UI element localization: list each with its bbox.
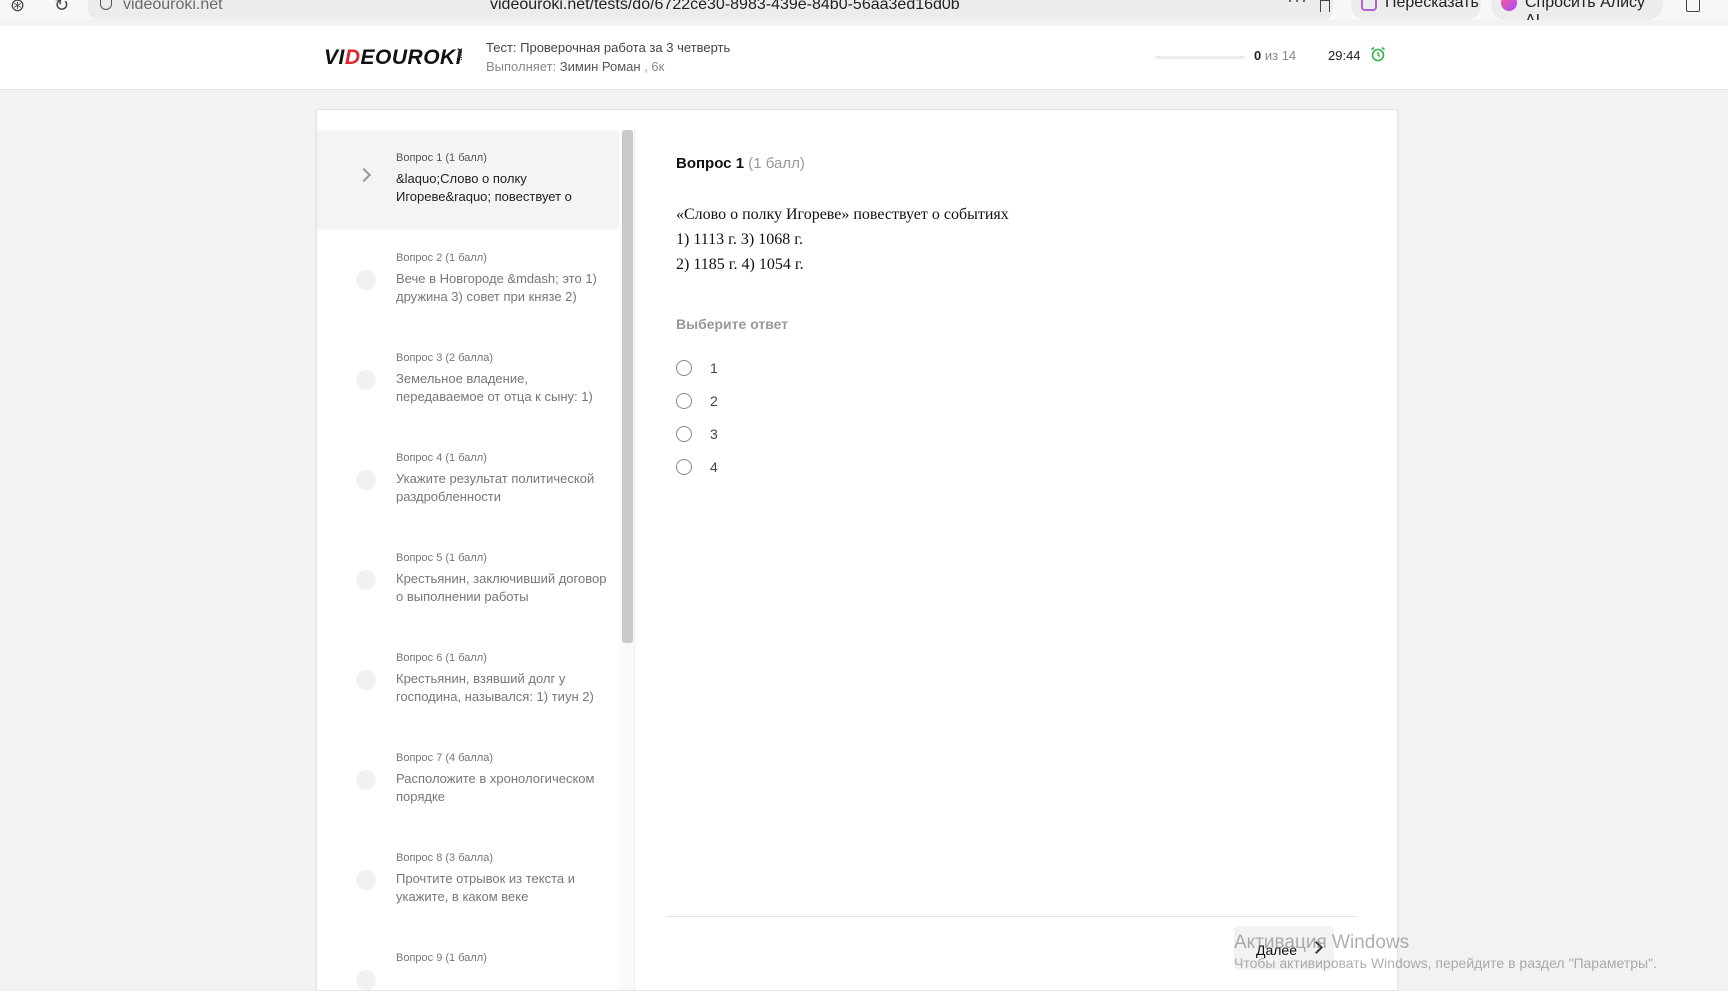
question-item-text: Расположите в хронологическом порядке <box>396 771 595 804</box>
windows-watermark-subtitle: Чтобы активировать Windows, перейдите в … <box>1234 955 1657 971</box>
ask-alice-button[interactable]: Спросить Алису AI <box>1491 0 1663 20</box>
ask-alice-label: Спросить Алису AI <box>1525 0 1646 20</box>
answer-label[interactable]: 4 <box>710 459 718 475</box>
logo-part: EOUROKI <box>360 46 463 69</box>
question-item-head: Вопрос 4 (1 балл) <box>396 452 487 464</box>
more-icon[interactable]: ··· <box>1287 0 1308 11</box>
address-url[interactable]: videouroki.net/tests/do/6722ce30-8983-43… <box>490 0 960 14</box>
answer-option[interactable]: 3 <box>676 424 876 450</box>
radio-button[interactable] <box>676 426 692 442</box>
question-item-head: Вопрос 8 (3 балла) <box>396 852 493 864</box>
status-dot-icon <box>356 770 376 790</box>
videouroki-logo[interactable]: VIDEOUROKI <box>324 46 462 70</box>
question-item-head: Вопрос 7 (4 балла) <box>396 752 493 764</box>
question-item-head: Вопрос 5 (1 балл) <box>396 552 487 564</box>
performer-label: Выполняет: <box>486 59 557 74</box>
test-title: Тест: Проверочная работа за 3 четверть <box>486 40 731 55</box>
status-dot-icon <box>356 270 376 290</box>
test-performer: Выполняет: Зимин Роман , 6к <box>486 59 664 74</box>
sidebar-question-item[interactable]: Вопрос 5 (1 балл) Крестьянин, заключивший… <box>317 530 619 630</box>
question-item-text: Вече в Новгороде &mdash; это 1) дружина … <box>396 271 597 304</box>
performer-class: , 6к <box>644 59 665 74</box>
test-card: Вопрос 1 (1 балл) &laquo;Слово о полку Иг… <box>316 109 1398 991</box>
sidebar-question-item[interactable]: Вопрос 7 (4 балла) Расположите в хронолог… <box>317 730 619 830</box>
question-list: Вопрос 1 (1 балл) &laquo;Слово о полку Иг… <box>317 130 619 990</box>
logo-accent: D <box>344 46 361 69</box>
answer-option[interactable]: 4 <box>676 457 876 483</box>
question-text: «Слово о полку Игореве» повествует о соб… <box>676 202 1009 277</box>
question-item-text: Крестьянин, взявший долг у господина, на… <box>396 671 594 704</box>
question-points: (1 балл) <box>748 155 805 172</box>
sidebar-question-item[interactable]: Вопрос 3 (2 балла) Земельное владение, пе… <box>317 330 619 430</box>
sidebar-question-item[interactable]: Вопрос 1 (1 балл) &laquo;Слово о полку Иг… <box>317 130 619 230</box>
question-item-text: Прочтите отрывок из текста и укажите, в … <box>396 871 576 904</box>
question-item-text: Укажите результат политической раздробле… <box>396 471 595 504</box>
progress-done: 0 <box>1254 48 1262 63</box>
retell-icon <box>1361 0 1377 11</box>
answer-label[interactable]: 2 <box>710 393 718 409</box>
extensions-icon[interactable] <box>1686 0 1700 12</box>
question-title: Вопрос 1 (1 балл) <box>676 155 805 172</box>
question-item-head: Вопрос 6 (1 балл) <box>396 652 487 664</box>
address-domain[interactable]: videouroki.net <box>123 0 223 14</box>
retell-label: Пересказать <box>1385 0 1479 11</box>
status-dot-icon <box>356 970 376 990</box>
sidebar-question-item[interactable]: Вопрос 8 (3 балла) Прочтите отрывок из те… <box>317 830 619 930</box>
question-line: 1) 1113 г. 3) 1068 г. <box>676 231 803 248</box>
logo-suffix: .net <box>457 48 464 61</box>
question-line: «Слово о полку Игореве» повествует о соб… <box>676 206 1009 223</box>
status-dot-icon <box>356 470 376 490</box>
question-item-head: Вопрос 2 (1 балл) <box>396 252 487 264</box>
progress-count: 0 из 14 <box>1254 48 1296 63</box>
scrollbar-thumb[interactable] <box>622 130 633 643</box>
radio-button[interactable] <box>676 459 692 475</box>
sidebar-question-item[interactable]: Вопрос 9 (1 балл) <box>317 930 619 990</box>
retell-button[interactable]: Пересказать <box>1351 0 1481 20</box>
sidebar-question-item[interactable]: Вопрос 4 (1 балл) Укажите результат полит… <box>317 430 619 530</box>
sidebar-scrollbar[interactable] <box>620 130 635 990</box>
chevron-right-icon <box>356 167 372 183</box>
answer-option[interactable]: 1 <box>676 358 876 384</box>
choose-answer-label: Выберите ответ <box>676 316 789 332</box>
sidebar-question-item[interactable]: Вопрос 6 (1 балл) Крестьянин, взявший дол… <box>317 630 619 730</box>
reload-icon[interactable]: ↻ <box>54 0 69 16</box>
performer-name: Зимин Роман <box>559 59 641 74</box>
status-dot-icon <box>356 370 376 390</box>
radio-button[interactable] <box>676 360 692 376</box>
alarm-clock-icon <box>1371 46 1385 62</box>
question-item-text: &laquo;Слово о полку Игореве&raquo; пове… <box>396 171 572 204</box>
alice-icon <box>1501 0 1517 11</box>
progress-bar <box>1155 56 1245 59</box>
question-item-text: Крестьянин, заключивший договор о выполн… <box>396 571 607 604</box>
answer-label[interactable]: 3 <box>710 426 718 442</box>
question-number: Вопрос 1 <box>676 155 745 172</box>
answer-option[interactable]: 2 <box>676 391 876 417</box>
timer: 29:44 <box>1328 48 1361 63</box>
radio-button[interactable] <box>676 393 692 409</box>
footer-divider <box>666 916 1356 917</box>
windows-watermark-title: Активация Windows <box>1234 932 1410 953</box>
sidebar-question-item[interactable]: Вопрос 2 (1 балл) Вече в Новгороде &mdash… <box>317 230 619 330</box>
status-dot-icon <box>356 570 376 590</box>
question-line: 2) 1185 г. 4) 1054 г. <box>676 256 804 273</box>
site-header: VIDEOUROKI .net Тест: Проверочная работа… <box>0 26 1728 90</box>
question-item-text: Земельное владение, передаваемое от отца… <box>396 371 593 404</box>
bookmark-icon[interactable] <box>1320 0 1330 12</box>
answer-label[interactable]: 1 <box>710 360 718 376</box>
status-dot-icon <box>356 870 376 890</box>
logo-part: VI <box>324 46 345 69</box>
progress-total: из 14 <box>1264 48 1297 63</box>
question-item-head: Вопрос 3 (2 балла) <box>396 352 493 364</box>
browser-logo-icon[interactable]: ⊛ <box>10 0 25 16</box>
question-item-head: Вопрос 1 (1 балл) <box>396 152 487 164</box>
browser-toolbar: ⊛ ↻ videouroki.net videouroki.net/tests/… <box>0 0 1728 20</box>
status-dot-icon <box>356 670 376 690</box>
question-item-head: Вопрос 9 (1 балл) <box>396 952 487 964</box>
